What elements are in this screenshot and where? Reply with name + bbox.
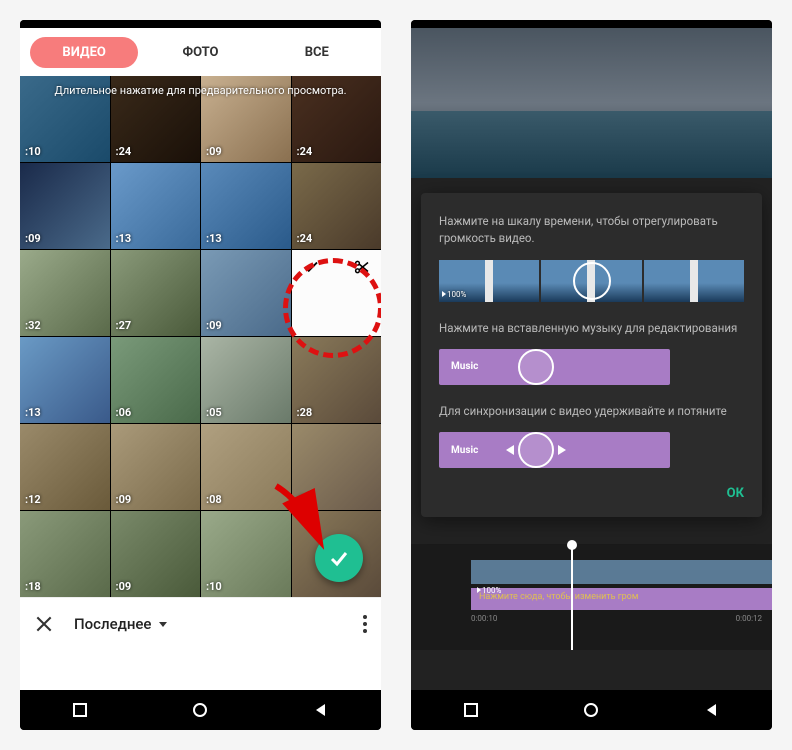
video-thumbnail[interactable]: :09 xyxy=(201,250,291,336)
media-tabs: ВИДЕО ФОТО ВСЕ xyxy=(20,28,381,76)
duration-label: :08 xyxy=(206,493,222,506)
duration-label: :09 xyxy=(206,319,222,332)
nav-recent-icon[interactable] xyxy=(462,701,480,719)
video-thumbnail[interactable]: :13 xyxy=(20,337,110,423)
nav-back-icon[interactable] xyxy=(703,701,721,719)
video-thumbnail[interactable]: :13 xyxy=(111,163,201,249)
track-volume-label: 100% xyxy=(477,586,501,595)
video-thumbnail[interactable]: :09 xyxy=(111,511,201,597)
timeline-thumbs[interactable]: 100% xyxy=(439,260,744,302)
tab-all[interactable]: ВСЕ xyxy=(263,37,371,68)
music-track-edit[interactable]: Music xyxy=(439,349,670,385)
video-thumbnail[interactable]: :28 xyxy=(292,337,382,423)
tab-photo[interactable]: ФОТО xyxy=(146,37,254,68)
nav-home-icon[interactable] xyxy=(191,701,209,719)
editor-screen: Нажмите на шкалу времени, чтобы отрегули… xyxy=(411,28,772,690)
confirm-fab[interactable] xyxy=(315,534,363,582)
video-thumbnail[interactable]: :24 xyxy=(292,163,382,249)
video-thumbnail[interactable]: :09 xyxy=(20,163,110,249)
duration-label: :10 xyxy=(206,580,222,593)
time-labels: 0:00:10 0:00:12 xyxy=(411,610,772,623)
duration-label: :13 xyxy=(25,406,41,419)
video-thumbnail[interactable]: :09 xyxy=(111,424,201,510)
duration-label: :24 xyxy=(297,145,313,158)
android-navbar xyxy=(411,690,772,730)
bottom-bar: Последнее xyxy=(20,597,381,650)
video-thumbnail[interactable]: :13 xyxy=(201,163,291,249)
video-thumbnail[interactable]: :12 xyxy=(20,424,110,510)
duration-label: :09 xyxy=(116,493,132,506)
video-thumbnail[interactable]: :24 xyxy=(111,76,201,162)
more-icon[interactable] xyxy=(363,615,367,633)
duration-label: :09 xyxy=(116,580,132,593)
video-thumbnail[interactable]: :32 xyxy=(20,250,110,336)
duration-label: :10 xyxy=(25,145,41,158)
music-label: Music xyxy=(451,361,478,372)
dropdown-icon[interactable] xyxy=(157,618,169,630)
duration-label: :28 xyxy=(297,406,313,419)
duration-label: :24 xyxy=(297,232,313,245)
duration-label: :32 xyxy=(25,319,41,332)
music-track[interactable]: Нажмите сюда, чтобы изменить гром xyxy=(471,588,772,610)
check-icon[interactable] xyxy=(302,258,320,276)
duration-label: :27 xyxy=(116,319,132,332)
nav-recent-icon[interactable] xyxy=(71,701,89,719)
status-bar xyxy=(411,20,772,28)
duration-label: :13 xyxy=(206,232,222,245)
volume-label: 100% xyxy=(442,290,466,299)
video-thumbnail[interactable]: :27 xyxy=(111,250,201,336)
tab-video[interactable]: ВИДЕО xyxy=(30,37,138,68)
music-knob[interactable] xyxy=(518,349,554,385)
duration-label: :09 xyxy=(25,232,41,245)
video-preview[interactable] xyxy=(411,28,772,178)
nav-back-icon[interactable] xyxy=(312,701,330,719)
video-thumbnail[interactable]: :08 xyxy=(201,424,291,510)
close-icon[interactable] xyxy=(34,614,54,634)
music-track-sync[interactable]: Music xyxy=(439,432,670,468)
status-bar xyxy=(20,20,381,28)
duration-label: :08 xyxy=(297,493,313,506)
scissors-icon[interactable] xyxy=(353,258,371,276)
drag-arrows-icon xyxy=(506,445,566,455)
tip-music-sync: Для синхронизации с видео удерживайте и … xyxy=(439,403,744,420)
tip-volume: Нажмите на шкалу времени, чтобы отрегули… xyxy=(439,213,744,248)
duration-label: :09 xyxy=(206,145,222,158)
check-icon xyxy=(327,546,351,570)
video-thumbnail[interactable]: :09 xyxy=(201,76,291,162)
right-phone: Нажмите на шкалу времени, чтобы отрегули… xyxy=(411,20,772,730)
help-dialog: Нажмите на шкалу времени, чтобы отрегули… xyxy=(421,193,762,517)
video-thumbnail[interactable]: :24 xyxy=(292,76,382,162)
video-thumbnail[interactable]: :10 xyxy=(20,76,110,162)
video-thumbnail[interactable]: :18 xyxy=(20,511,110,597)
editor-timeline[interactable]: 100% Нажмите сюда, чтобы изменить гром 0… xyxy=(411,544,772,650)
volume-knob[interactable] xyxy=(573,262,611,300)
tip-music-edit: Нажмите на вставленную музыку для редакт… xyxy=(439,320,744,337)
video-track[interactable] xyxy=(471,560,772,584)
nav-home-icon[interactable] xyxy=(582,701,600,719)
music-label: Music xyxy=(451,445,478,456)
duration-label: :06 xyxy=(116,406,132,419)
duration-label: :24 xyxy=(116,145,132,158)
duration-label: :13 xyxy=(116,232,132,245)
video-thumbnail[interactable]: :06 xyxy=(111,337,201,423)
duration-label: :18 xyxy=(25,580,41,593)
album-label[interactable]: Последнее xyxy=(74,615,151,633)
video-thumbnail[interactable]: :08 xyxy=(292,424,382,510)
ok-button[interactable]: ОК xyxy=(439,486,744,501)
video-grid: :10 :24 :09 :24 :09 :13 :13 :24 :32 :27 :09 :13 :06:… xyxy=(20,76,381,597)
video-thumbnail[interactable]: :10 xyxy=(201,511,291,597)
duration-label: :05 xyxy=(206,406,222,419)
video-thumbnail[interactable] xyxy=(292,250,382,336)
playhead[interactable] xyxy=(571,544,573,650)
duration-label: :12 xyxy=(25,493,41,506)
gallery-screen: ВИДЕО ФОТО ВСЕ Длительное нажатие для пр… xyxy=(20,28,381,690)
android-navbar xyxy=(20,690,381,730)
selection-overlay xyxy=(292,250,382,336)
video-thumbnail[interactable]: :05 xyxy=(201,337,291,423)
left-phone: ВИДЕО ФОТО ВСЕ Длительное нажатие для пр… xyxy=(20,20,381,730)
